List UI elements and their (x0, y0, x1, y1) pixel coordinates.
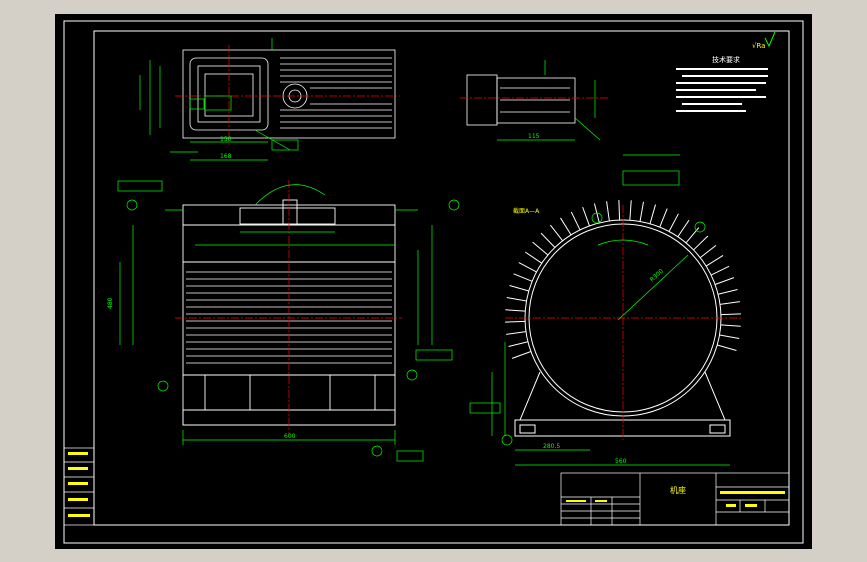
top-dim-168: 168 (220, 153, 232, 160)
cooling-fin (618, 200, 621, 221)
front-dim-width: 600 (284, 433, 296, 440)
top-dim-150: 150 (220, 136, 232, 143)
drawing-sheet (55, 14, 812, 549)
cad-viewport[interactable]: √Ra 150 168 115 技术要求 600 480 截面A—A R300 … (0, 0, 867, 562)
front-dim-height: 480 (107, 297, 114, 309)
roughness-label: √Ra (752, 42, 765, 50)
tech-title: 技术要求 (712, 55, 740, 64)
section-dim-base: 280.5 (543, 443, 560, 450)
cooling-fin (720, 313, 741, 316)
cooling-fin (505, 320, 526, 323)
title-block-name: 机座 (670, 485, 686, 495)
section-dim-width: 560 (615, 458, 627, 465)
section-label: 截面A—A (513, 207, 540, 215)
detail-dim-115: 115 (528, 133, 540, 140)
